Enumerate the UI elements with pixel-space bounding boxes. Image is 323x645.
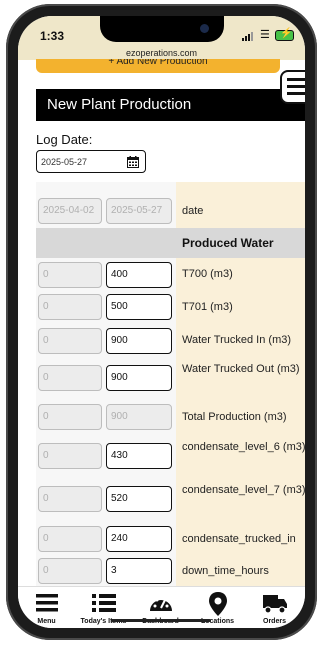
list-icon <box>91 594 116 612</box>
row-label-condensate-level-6: condensate_level_6 (m3) <box>182 441 305 453</box>
tab-menu[interactable]: Menu <box>18 587 75 628</box>
prev-value-field: 0 <box>38 526 102 552</box>
condensate-level-6-input[interactable]: 430 <box>106 443 172 469</box>
row-label-condensate-trucked-in: condensate_trucked_in <box>182 533 296 545</box>
prev-value-field: 0 <box>38 486 102 512</box>
menu-icon <box>35 594 58 612</box>
row-label-t701: T701 (m3) <box>182 301 233 313</box>
location-pin-icon <box>208 592 227 616</box>
battery-icon: ⚡ <box>275 28 294 41</box>
page-title: New Plant Production <box>36 89 305 121</box>
home-indicator <box>111 619 211 622</box>
screen: 1:33 ☰ ⚡ ezoperations.com + Add New Prod… <box>18 16 305 628</box>
prev-date-field: 2025-04-02 <box>38 198 102 224</box>
condensate-trucked-in-input[interactable]: 240 <box>106 526 172 552</box>
section-header: Produced Water <box>176 228 305 258</box>
signal-icon <box>242 31 256 41</box>
production-table: Produced Water 2025-04-02 2025-05-27 dat… <box>36 182 305 588</box>
hamburger-menu-icon[interactable] <box>280 70 305 104</box>
row-label-condensate-level-7: condensate_level_7 (m3) <box>182 484 305 496</box>
row-label-total-production: Total Production (m3) <box>182 411 287 423</box>
prev-value-field: 0 <box>38 365 102 391</box>
row-label-date: date <box>182 205 204 217</box>
row-label-down-time-hours: down_time_hours <box>182 565 269 577</box>
tab-orders-label: Orders <box>263 618 286 625</box>
prev-value-field: 0 <box>38 558 102 584</box>
wifi-icon: ☰ <box>260 29 270 41</box>
prev-value-field: 0 <box>38 262 102 288</box>
gauge-icon <box>149 596 172 611</box>
section-header-spacer <box>36 228 176 258</box>
log-date-input[interactable]: 2025-05-27 <box>36 150 146 173</box>
tab-menu-label: Menu <box>37 618 56 625</box>
down-time-hours-input[interactable]: 3 <box>106 558 172 584</box>
url-bar[interactable]: ezoperations.com <box>18 48 305 58</box>
prev-value-field: 0 <box>38 294 102 320</box>
row-label-t700: T700 (m3) <box>182 268 233 280</box>
prev-value-field: 0 <box>38 404 102 430</box>
curr-date-field: 2025-05-27 <box>106 198 172 224</box>
t700-input[interactable]: 400 <box>106 262 172 288</box>
water-trucked-in-input[interactable]: 900 <box>106 328 172 354</box>
prev-value-field: 0 <box>38 443 102 469</box>
row-label-water-trucked-out: Water Trucked Out (m3) <box>182 363 300 375</box>
phone-frame: 1:33 ☰ ⚡ ezoperations.com + Add New Prod… <box>6 4 317 640</box>
total-production-field: 900 <box>106 404 172 430</box>
calendar-icon[interactable] <box>127 156 139 168</box>
log-date-label: Log Date: <box>36 132 93 147</box>
tab-orders[interactable]: Orders <box>246 587 303 628</box>
t701-input[interactable]: 500 <box>106 294 172 320</box>
row-label-water-trucked-in: Water Trucked In (m3) <box>182 334 292 346</box>
condensate-level-7-input[interactable]: 520 <box>106 486 172 512</box>
log-date-value: 2025-05-27 <box>41 157 88 167</box>
status-time: 1:33 <box>40 29 65 43</box>
add-production-button[interactable]: + Add New Production <box>36 59 280 73</box>
prev-value-field: 0 <box>38 328 102 354</box>
truck-icon <box>262 595 287 614</box>
water-trucked-out-input[interactable]: 900 <box>106 365 172 391</box>
status-bar: 1:33 ☰ ⚡ ezoperations.com <box>18 16 305 60</box>
camera-icon <box>200 24 209 33</box>
